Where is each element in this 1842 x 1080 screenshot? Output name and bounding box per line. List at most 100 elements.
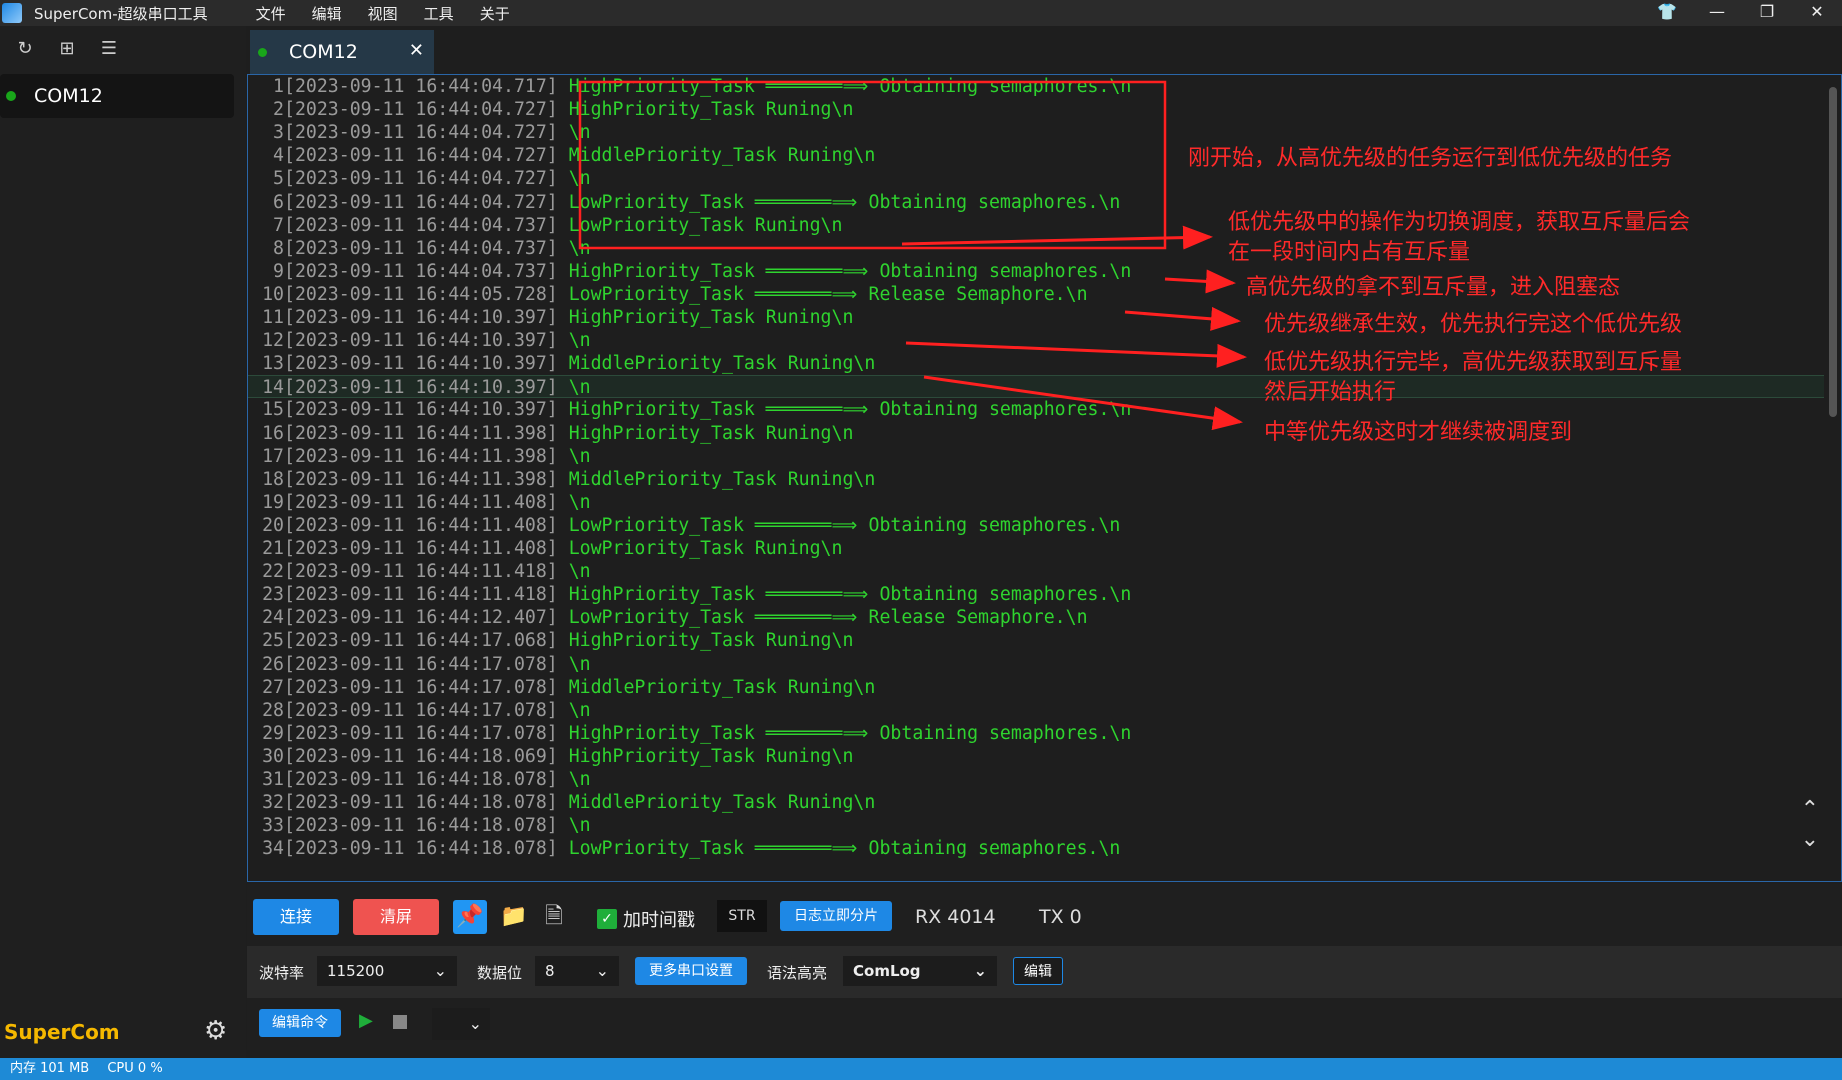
gear-icon[interactable]: ⚙ bbox=[204, 1016, 227, 1046]
close-icon[interactable]: ✕ bbox=[1792, 0, 1842, 26]
clear-button[interactable]: 清屏 bbox=[353, 899, 439, 935]
tab-close-icon[interactable]: ✕ bbox=[409, 40, 424, 61]
log-timestamp: [2023-09-11 16:44:17.078] bbox=[284, 699, 558, 721]
line-number: 18 bbox=[262, 468, 284, 490]
sidebar-item-com12[interactable]: COM12 bbox=[0, 74, 234, 118]
more-settings-button[interactable]: 更多串口设置 bbox=[635, 957, 747, 985]
file-search-icon[interactable]: 🗎 bbox=[537, 900, 571, 934]
scroll-top-icon[interactable]: ⌃ bbox=[1801, 797, 1819, 822]
edit-commands-button[interactable]: 编辑命令 bbox=[259, 1009, 341, 1037]
log-timestamp: [2023-09-11 16:44:12.407] bbox=[284, 607, 558, 629]
app-window: SuperCom-超级串口工具 文件 编辑 视图 工具 关于 👕 — ❐ ✕ ↻… bbox=[0, 0, 1842, 1080]
vertical-scrollbar[interactable] bbox=[1829, 87, 1837, 417]
log-line: 21[2023-09-11 16:44:11.408] LowPriority_… bbox=[248, 537, 842, 560]
sidebar-toolbar: ↻ ⊞ ☰ bbox=[0, 26, 246, 74]
menu-file[interactable]: 文件 bbox=[256, 3, 286, 24]
line-number: 19 bbox=[262, 491, 284, 513]
str-toggle-button[interactable]: STR bbox=[717, 900, 767, 932]
log-message: HighPriority_Task Runing\n bbox=[568, 307, 854, 328]
line-number: 2 bbox=[273, 99, 284, 121]
line-number: 30 bbox=[262, 745, 284, 767]
annotation-text: 低优先级执行完毕，高优先级获取到互斥量 bbox=[1264, 350, 1683, 375]
log-message: \n bbox=[568, 377, 591, 399]
data-bits-select[interactable]: 8 ⌄ bbox=[535, 956, 619, 986]
log-timestamp: [2023-09-11 16:44:17.078] bbox=[284, 653, 558, 675]
log-message: \n bbox=[568, 168, 591, 190]
log-line: 20[2023-09-11 16:44:11.408] LowPriority_… bbox=[248, 514, 1120, 537]
line-number: 4 bbox=[273, 145, 284, 167]
log-message: HighPriority_Task ═══════⟹ Obtaining sem… bbox=[568, 260, 1132, 282]
log-message: \n bbox=[568, 122, 591, 144]
log-message: \n bbox=[568, 237, 591, 259]
command-select[interactable]: ⌄ bbox=[432, 1008, 490, 1040]
log-timestamp: [2023-09-11 16:44:04.727] bbox=[284, 122, 558, 144]
log-timestamp: [2023-09-11 16:44:11.408] bbox=[284, 514, 558, 536]
baud-rate-select[interactable]: 115200 ⌄ bbox=[317, 956, 457, 986]
log-timestamp: [2023-09-11 16:44:11.418] bbox=[284, 561, 558, 583]
log-message: \n bbox=[568, 445, 591, 467]
folder-icon[interactable]: 📁 bbox=[497, 900, 531, 934]
menu-tools[interactable]: 工具 bbox=[424, 3, 454, 24]
log-line: 25[2023-09-11 16:44:17.068] HighPriority… bbox=[248, 629, 853, 652]
syntax-highlight-select[interactable]: ComLog ⌄ bbox=[843, 956, 997, 986]
rx-counter: RX 4014 bbox=[915, 906, 996, 928]
log-timestamp: [2023-09-11 16:44:04.727] bbox=[284, 145, 558, 167]
log-line: 9[2023-09-11 16:44:04.737] HighPriority_… bbox=[248, 260, 1131, 283]
line-number: 22 bbox=[262, 561, 284, 583]
log-line: 26[2023-09-11 16:44:17.078] \n bbox=[248, 653, 591, 676]
refresh-icon[interactable]: ↻ bbox=[4, 38, 46, 74]
menu-edit[interactable]: 编辑 bbox=[312, 3, 342, 24]
log-timestamp: [2023-09-11 16:44:11.418] bbox=[284, 584, 558, 606]
line-number: 1 bbox=[273, 76, 284, 97]
log-message: MiddlePriority_Task Runing\n bbox=[568, 792, 876, 814]
log-timestamp: [2023-09-11 16:44:11.398] bbox=[284, 468, 558, 490]
chevron-down-icon: ⌄ bbox=[973, 961, 987, 980]
line-number: 13 bbox=[262, 353, 284, 375]
list-icon[interactable]: ☰ bbox=[88, 38, 130, 74]
pin-icon[interactable]: 📌 bbox=[453, 900, 487, 934]
line-number: 10 bbox=[262, 283, 284, 305]
grid-icon[interactable]: ⊞ bbox=[46, 38, 88, 74]
skin-icon[interactable]: 👕 bbox=[1642, 0, 1692, 26]
log-line: 28[2023-09-11 16:44:17.078] \n bbox=[248, 699, 591, 722]
line-number: 7 bbox=[273, 214, 284, 236]
minimize-icon[interactable]: — bbox=[1692, 0, 1742, 26]
line-number: 25 bbox=[262, 630, 284, 652]
log-timestamp: [2023-09-11 16:44:04.727] bbox=[284, 99, 558, 121]
log-timestamp: [2023-09-11 16:44:11.408] bbox=[284, 491, 558, 513]
line-number: 6 bbox=[273, 191, 284, 213]
log-message: \n bbox=[568, 653, 591, 675]
line-number: 5 bbox=[273, 168, 284, 190]
connect-button[interactable]: 连接 bbox=[253, 899, 339, 935]
log-timestamp: [2023-09-11 16:44:18.069] bbox=[284, 745, 558, 767]
terminal-output[interactable]: 34[2023-09-11 16:44:18.078] LowPriority_… bbox=[247, 74, 1842, 882]
brand-logo: SuperCom bbox=[4, 1020, 120, 1044]
log-line: 30[2023-09-11 16:44:18.069] HighPriority… bbox=[248, 745, 853, 768]
menu-bar: 文件 编辑 视图 工具 关于 bbox=[256, 3, 536, 24]
log-line: 31[2023-09-11 16:44:18.078] \n bbox=[248, 768, 591, 791]
tab-com12[interactable]: COM12 ✕ bbox=[250, 30, 434, 74]
menu-about[interactable]: 关于 bbox=[480, 3, 510, 24]
line-number: 8 bbox=[273, 237, 284, 259]
log-timestamp: [2023-09-11 16:44:04.737] bbox=[284, 260, 558, 282]
title-bar: SuperCom-超级串口工具 文件 编辑 视图 工具 关于 👕 — ❐ ✕ bbox=[0, 0, 1842, 26]
menu-view[interactable]: 视图 bbox=[368, 3, 398, 24]
log-message: MiddlePriority_Task Runing\n bbox=[568, 145, 876, 167]
restore-icon[interactable]: ❐ bbox=[1742, 0, 1792, 26]
timestamp-checkbox[interactable]: ✓ 加时间戳 bbox=[597, 906, 695, 932]
log-timestamp: [2023-09-11 16:44:18.078] bbox=[284, 838, 558, 860]
line-number: 12 bbox=[262, 330, 284, 352]
data-bits-label: 数据位 bbox=[477, 964, 523, 982]
stop-icon[interactable] bbox=[393, 1015, 407, 1029]
log-timestamp: [2023-09-11 16:44:10.397] bbox=[284, 377, 558, 399]
log-timestamp: [2023-09-11 16:44:04.727] bbox=[284, 168, 558, 190]
connected-status-icon bbox=[6, 91, 16, 101]
log-line: 33[2023-09-11 16:44:18.078] \n bbox=[248, 814, 591, 837]
play-icon[interactable]: ▶ bbox=[359, 1010, 373, 1031]
line-number: 15 bbox=[262, 399, 284, 421]
edit-syntax-button[interactable]: 编辑 bbox=[1013, 957, 1063, 985]
split-log-button[interactable]: 日志立即分片 bbox=[780, 901, 892, 931]
log-message: MiddlePriority_Task Runing\n bbox=[568, 676, 876, 698]
log-line: 18[2023-09-11 16:44:11.398] MiddlePriori… bbox=[248, 468, 875, 491]
scroll-bottom-icon[interactable]: ⌄ bbox=[1801, 827, 1819, 852]
